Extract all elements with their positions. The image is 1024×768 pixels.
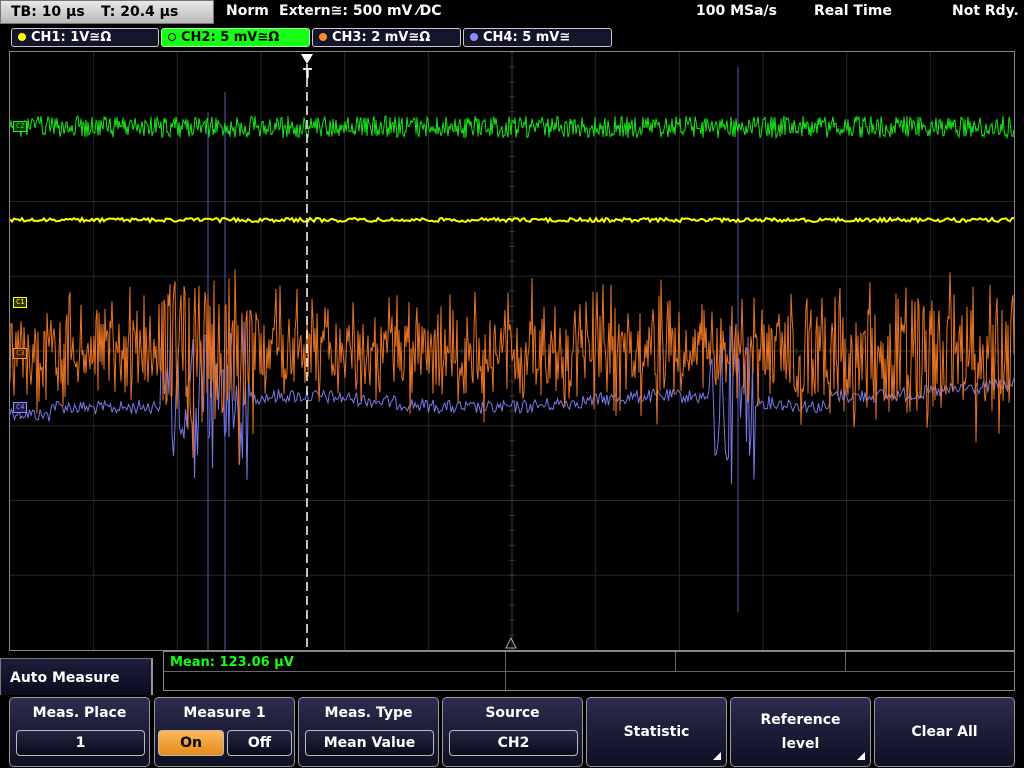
- result-column-divider: [845, 652, 846, 671]
- ch3-dot-icon: [319, 33, 327, 41]
- status-bar: TB: 10 µs T: 20.4 µs Norm Extern≅: 500 m…: [0, 0, 1024, 26]
- submenu-corner-icon: [857, 752, 865, 760]
- reference-level-label-line2: level: [781, 736, 820, 752]
- ch2-offset-marker[interactable]: C2: [13, 121, 28, 132]
- source-value[interactable]: CH2: [449, 730, 578, 756]
- ch2-label: CH2: 5 mV≅Ω: [181, 30, 280, 45]
- ch1-label: CH1: 1V≅Ω: [31, 30, 112, 45]
- ch3-label: CH3: 2 mV≅Ω: [332, 30, 431, 45]
- ch4-dot-icon: [470, 33, 478, 41]
- result-column-divider: [505, 652, 506, 690]
- statistic-softkey[interactable]: Statistic: [586, 697, 727, 767]
- clear-all-softkey[interactable]: Clear All: [874, 697, 1015, 767]
- trigger-mode[interactable]: Norm: [226, 3, 269, 19]
- submenu-corner-icon: [713, 752, 721, 760]
- trigger-position-arrow-icon: [301, 54, 313, 64]
- ch3-offset-marker[interactable]: C3: [13, 348, 28, 359]
- clear-all-label: Clear All: [911, 724, 978, 740]
- trigger-level-arrow-icon: [505, 636, 517, 649]
- reference-level-label-line1: Reference: [760, 712, 841, 728]
- trigger-time-value[interactable]: T: 20.4 µs: [101, 1, 178, 23]
- timebase-panel[interactable]: TB: 10 µs T: 20.4 µs: [0, 0, 214, 24]
- meas-type-softkey[interactable]: Meas. Type Mean Value: [298, 697, 439, 767]
- waveform-display[interactable]: T C2 C1 C3 C4: [9, 51, 1015, 651]
- timebase-value[interactable]: TB: 10 µs: [11, 1, 85, 23]
- ch4-offset-marker[interactable]: C4: [13, 402, 28, 413]
- mean-result: Mean: 123.06 µV: [170, 655, 294, 670]
- source-label: Source: [485, 705, 540, 721]
- measure-off-toggle[interactable]: Off: [227, 730, 292, 756]
- measure-label: Measure 1: [183, 705, 266, 721]
- ch1-dot-icon: [18, 33, 26, 41]
- menu-title: Auto Measure: [0, 658, 153, 696]
- ch2-dot-icon: [168, 33, 176, 41]
- acquisition-mode: Real Time: [814, 3, 892, 19]
- measure-softkey[interactable]: Measure 1 On Off: [154, 697, 295, 767]
- trigger-t-label: T: [303, 67, 312, 82]
- channel-tab-ch1[interactable]: CH1: 1V≅Ω: [11, 28, 159, 47]
- result-column-divider: [675, 652, 676, 671]
- measure-on-toggle[interactable]: On: [158, 730, 224, 756]
- ch1-offset-marker[interactable]: C1: [13, 297, 28, 308]
- sample-rate: 100 MSa/s: [696, 3, 778, 19]
- trigger-source[interactable]: Extern≅: 500 mV ⁄DC: [279, 3, 441, 19]
- statistic-label: Statistic: [623, 724, 690, 740]
- waveform-canvas[interactable]: T: [10, 52, 1014, 650]
- run-status: Not Rdy.: [952, 3, 1019, 19]
- meas-place-softkey[interactable]: Meas. Place 1: [9, 697, 150, 767]
- reference-level-softkey[interactable]: Reference level: [730, 697, 871, 767]
- channel-tab-ch4[interactable]: CH4: 5 mV≅: [463, 28, 612, 47]
- meas-type-label: Meas. Type: [324, 705, 413, 721]
- channel-tab-ch2[interactable]: CH2: 5 mV≅Ω: [161, 28, 310, 47]
- meas-type-value[interactable]: Mean Value: [305, 730, 434, 756]
- ch4-label: CH4: 5 mV≅: [483, 30, 571, 45]
- meas-place-value[interactable]: 1: [16, 730, 145, 756]
- source-softkey[interactable]: Source CH2: [442, 697, 583, 767]
- measurement-results: Mean: 123.06 µV: [163, 651, 1015, 691]
- channel-tab-ch3[interactable]: CH3: 2 mV≅Ω: [312, 28, 461, 47]
- meas-place-label: Meas. Place: [32, 705, 127, 721]
- result-divider: [164, 671, 1014, 672]
